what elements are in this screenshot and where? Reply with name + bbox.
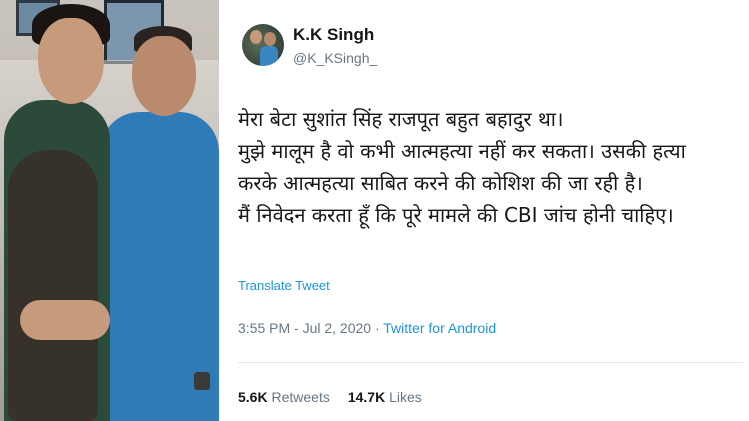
avatar-face-2 [264,32,276,46]
display-name[interactable]: K.K Singh [293,25,374,45]
tweet-meta: 3:55 PM - Jul 2, 2020 · Twitter for Andr… [238,320,496,336]
tweet-line: मैं निवेदन करता हूँ कि पूरे मामले की CBI… [238,203,674,227]
man-face [132,36,196,116]
avatar-face-1 [250,30,262,44]
likes-label: Likes [389,389,422,405]
tweet-line: करके आत्महत्या साबित करने की कोशिश की जा… [238,171,643,195]
young-man-face [38,18,104,104]
tweet-line: मुझे मालूम है वो कभी आत्महत्या नहीं कर स… [238,139,686,163]
retweets-count: 5.6K [238,389,268,405]
divider [238,362,743,363]
photo-panel [0,0,219,421]
tweet-card: K.K Singh @K_KSingh_ मेरा बेटा सुशांत सि… [219,0,749,421]
meta-separator: · [371,320,384,336]
tweet-stats: 5.6K Retweets 14.7K Likes [238,389,422,405]
arm [20,300,110,340]
translate-tweet-link[interactable]: Translate Tweet [238,278,330,293]
tweet-text: मेरा बेटा सुशांत सिंह राजपूत बहुत बहादुर… [238,103,743,231]
timestamp[interactable]: 3:55 PM - Jul 2, 2020 [238,320,371,336]
child [8,150,98,421]
retweets-stat[interactable]: 5.6K Retweets [238,389,330,405]
wristwatch [194,372,210,390]
avatar-shirt [260,46,278,66]
likes-stat[interactable]: 14.7K Likes [348,389,422,405]
source-link[interactable]: Twitter for Android [383,320,496,336]
avatar[interactable] [242,24,284,66]
tweet-line: मेरा बेटा सुशांत सिंह राजपूत बहुत बहादुर… [238,107,564,131]
user-handle[interactable]: @K_KSingh_ [293,50,377,66]
retweets-label: Retweets [271,389,330,405]
likes-count: 14.7K [347,389,386,405]
